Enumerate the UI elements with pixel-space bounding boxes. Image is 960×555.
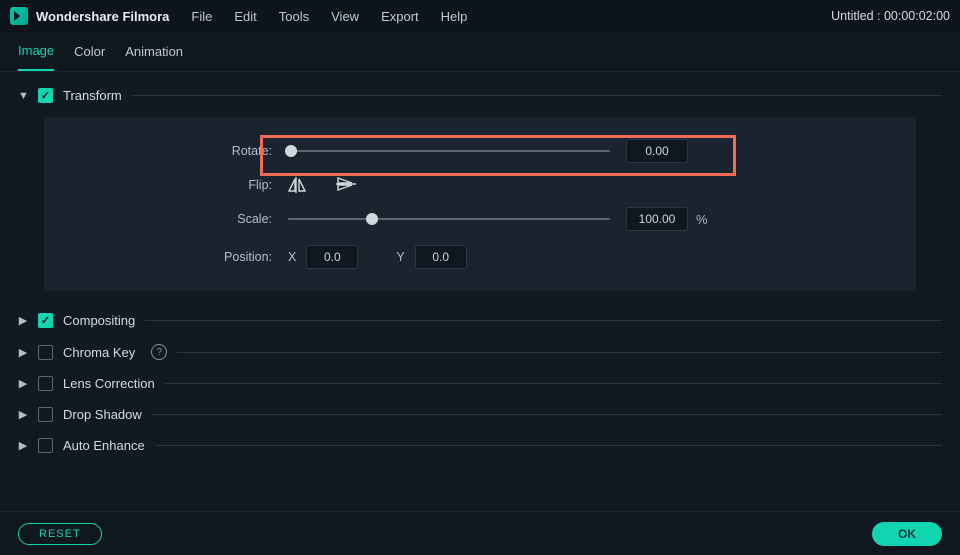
scale-slider-thumb[interactable] <box>366 213 378 225</box>
checkbox-compositing[interactable] <box>38 313 53 328</box>
rotate-label: Rotate: <box>72 144 288 158</box>
menu-help[interactable]: Help <box>441 9 468 24</box>
app-logo-wrap: Wondershare Filmora <box>10 7 169 25</box>
position-label: Position: <box>72 250 288 264</box>
divider <box>177 352 942 353</box>
tab-animation[interactable]: Animation <box>125 33 183 70</box>
checkbox-lens[interactable] <box>38 376 53 391</box>
menu-items: File Edit Tools View Export Help <box>191 9 467 24</box>
scale-unit: % <box>696 212 708 227</box>
caret-down-icon[interactable]: ▼ <box>18 90 28 102</box>
menu-export[interactable]: Export <box>381 9 419 24</box>
position-row: Position: X Y <box>72 245 888 269</box>
rotate-row: Rotate: <box>72 139 888 163</box>
caret-right-icon[interactable]: ▶ <box>18 346 28 359</box>
flip-label: Flip: <box>72 178 288 192</box>
menu-view[interactable]: View <box>331 9 359 24</box>
footer: RESET OK <box>0 511 960 555</box>
flip-row: Flip: <box>72 177 888 193</box>
section-chroma-header[interactable]: ▶ Chroma Key ? <box>0 336 960 368</box>
position-y-label: Y <box>396 250 404 264</box>
checkbox-transform[interactable] <box>38 88 53 103</box>
section-label-compositing[interactable]: Compositing <box>63 313 135 328</box>
divider <box>132 95 942 96</box>
checkbox-drop[interactable] <box>38 407 53 422</box>
help-icon[interactable]: ? <box>151 344 167 360</box>
menu-file[interactable]: File <box>191 9 212 24</box>
rotate-slider-thumb[interactable] <box>285 145 297 157</box>
divider <box>165 383 942 384</box>
caret-right-icon[interactable]: ▶ <box>18 377 28 390</box>
divider <box>152 414 942 415</box>
project-title: Untitled : 00:00:02:00 <box>831 9 950 23</box>
divider <box>145 320 942 321</box>
position-y-input[interactable] <box>415 245 467 269</box>
rotate-value-input[interactable] <box>626 139 688 163</box>
section-label-transform[interactable]: Transform <box>63 88 122 103</box>
flip-horizontal-icon[interactable] <box>288 177 306 193</box>
scale-row: Scale: % <box>72 207 888 231</box>
app-logo-icon <box>10 7 28 25</box>
scale-label: Scale: <box>72 212 288 226</box>
section-label-drop[interactable]: Drop Shadow <box>63 407 142 422</box>
menu-tools[interactable]: Tools <box>279 9 309 24</box>
position-x-label: X <box>288 250 296 264</box>
property-tabs: Image Color Animation <box>0 32 960 72</box>
caret-right-icon[interactable]: ▶ <box>18 439 28 452</box>
section-auto-header[interactable]: ▶ Auto Enhance <box>0 430 960 461</box>
section-compositing-header[interactable]: ▶ Compositing <box>0 305 960 336</box>
checkbox-auto[interactable] <box>38 438 53 453</box>
transform-body: Rotate: Flip: Scale: % <box>44 117 916 291</box>
section-label-chroma[interactable]: Chroma Key <box>63 345 135 360</box>
scale-value-input[interactable] <box>626 207 688 231</box>
menubar: Wondershare Filmora File Edit Tools View… <box>0 0 960 32</box>
divider <box>155 445 942 446</box>
checkbox-chroma[interactable] <box>38 345 53 360</box>
ok-button[interactable]: OK <box>872 522 942 546</box>
scale-slider[interactable] <box>288 218 610 220</box>
section-label-lens[interactable]: Lens Correction <box>63 376 155 391</box>
reset-button[interactable]: RESET <box>18 523 102 545</box>
tab-image[interactable]: Image <box>18 32 54 71</box>
menu-edit[interactable]: Edit <box>234 9 256 24</box>
flip-vertical-icon[interactable] <box>336 177 356 193</box>
section-lens-header[interactable]: ▶ Lens Correction <box>0 368 960 399</box>
section-transform-header[interactable]: ▼ Transform <box>0 80 960 111</box>
app-title: Wondershare Filmora <box>36 9 169 24</box>
tab-color[interactable]: Color <box>74 33 105 70</box>
properties-panel: ▼ Transform Rotate: Flip: Sc <box>0 72 960 521</box>
caret-right-icon[interactable]: ▶ <box>18 314 28 327</box>
caret-right-icon[interactable]: ▶ <box>18 408 28 421</box>
section-drop-header[interactable]: ▶ Drop Shadow <box>0 399 960 430</box>
rotate-slider[interactable] <box>288 150 610 152</box>
section-label-auto[interactable]: Auto Enhance <box>63 438 145 453</box>
position-x-input[interactable] <box>306 245 358 269</box>
